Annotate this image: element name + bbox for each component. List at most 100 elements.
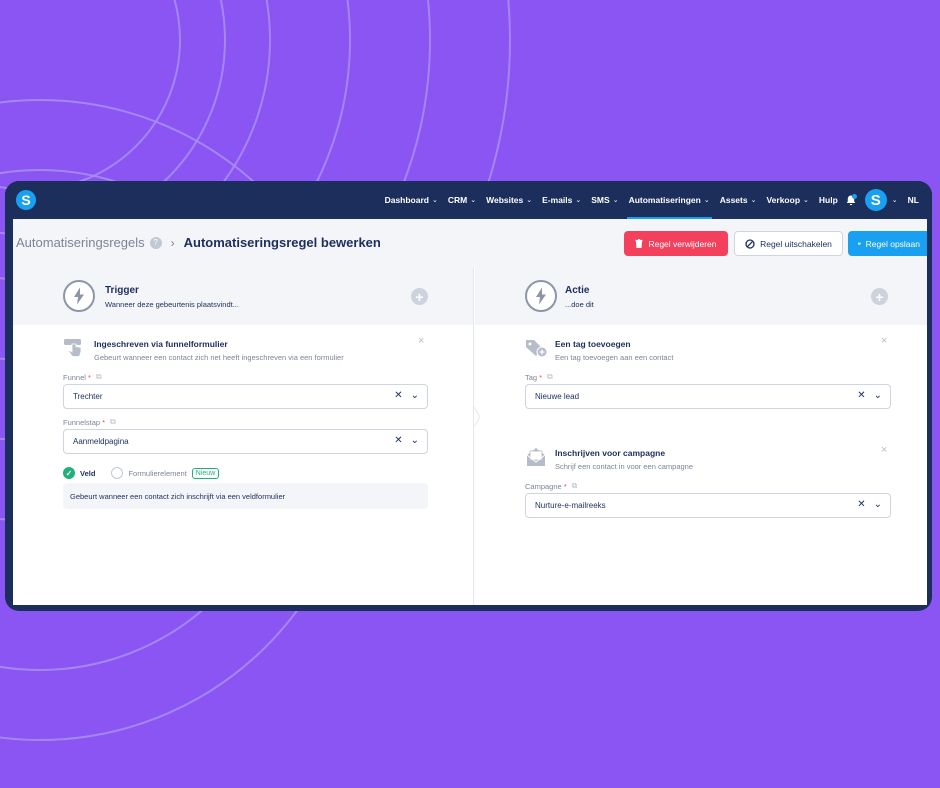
button-label: Regel uitschakelen <box>760 238 832 249</box>
add-trigger-button[interactable]: + <box>411 288 428 305</box>
external-link-icon[interactable]: ⧉ <box>547 372 553 382</box>
page-title: Automatiseringsregel bewerken <box>183 235 381 250</box>
required-mark: * <box>87 372 91 382</box>
clear-icon[interactable]: ✕ <box>857 499 865 510</box>
clear-icon[interactable]: ✕ <box>857 390 865 401</box>
nav-label: Assets <box>719 195 748 205</box>
external-link-icon[interactable]: ⧉ <box>96 372 102 382</box>
action-item-subtitle: Schrijf een contact in voor een campagne <box>555 462 693 471</box>
chevron-down-icon: ⌄ <box>526 197 533 204</box>
help-icon[interactable]: ? <box>149 236 162 249</box>
tab-formulierelement[interactable]: Formulierelement Nieuw <box>111 467 220 479</box>
button-label: Regel verwijderen <box>648 238 717 249</box>
breadcrumb: Automatiseringsregels ? › Automatisering… <box>16 235 381 250</box>
chevron-down-icon: ⌄ <box>750 197 757 204</box>
chevron-down-icon: ⌄ <box>612 197 619 204</box>
required-mark: * <box>102 417 106 427</box>
save-icon <box>858 242 861 245</box>
chevron-down-icon: ⌄ <box>575 197 582 204</box>
app-logo[interactable]: S <box>16 190 36 210</box>
campagne-select[interactable]: Nurture-e-mailreeks ✕ ⌄ <box>525 493 891 518</box>
nav-label: Automatiseringen <box>628 195 701 205</box>
chevron-down-icon: ⌄ <box>431 197 438 204</box>
new-badge: Nieuw <box>191 467 220 479</box>
nav-label: Hulp <box>818 195 838 205</box>
trigger-item-title: Ingeschreven via funnelformulier <box>94 339 228 349</box>
chevron-down-icon[interactable]: ⌄ <box>411 435 419 446</box>
trigger-subtitle: Wanneer deze gebeurtenis plaatsvindt... <box>105 300 239 309</box>
app-window: S Dashboard ⌄ CRM ⌄ Websites ⌄ E-mails ⌄ SMS… <box>5 181 932 611</box>
top-navigation: S Dashboard ⌄ CRM ⌄ Websites ⌄ E-mails ⌄ SMS… <box>5 181 932 219</box>
notification-dot <box>851 194 857 199</box>
trigger-column: Trigger Wanneer deze gebeurtenis plaatsv… <box>13 267 474 605</box>
select-value: Nurture-e-mailreeks <box>535 501 606 510</box>
nav-item-automatiseringen[interactable]: Automatiseringen ⌄ <box>624 181 715 219</box>
nav-item-hulp[interactable]: Hulp <box>814 181 843 219</box>
tag-add-icon <box>526 340 547 358</box>
funnel-label: Funnel * ⧉ <box>63 372 102 382</box>
label-text: Funnelstap <box>63 417 101 427</box>
tab-label: Veld <box>80 468 96 478</box>
page-header: Automatiseringsregels ? › Automatisering… <box>13 219 927 267</box>
remove-action-icon[interactable]: × <box>881 335 887 347</box>
required-mark: * <box>539 372 543 382</box>
avatar[interactable]: S <box>864 189 887 211</box>
trigger-title: Trigger <box>105 285 139 296</box>
nav-menu: Dashboard ⌄ CRM ⌄ Websites ⌄ E-mails ⌄ SMS ⌄ … <box>380 181 924 219</box>
nav-item-crm[interactable]: CRM ⌄ <box>443 181 481 219</box>
funnel-select[interactable]: Trechter ✕ ⌄ <box>63 384 428 409</box>
chevron-down-icon: ⌄ <box>891 197 898 204</box>
trash-icon <box>635 239 643 248</box>
avatar-menu-chevron[interactable]: ⌄ <box>887 181 903 219</box>
select-value: Aanmeldpagina <box>73 437 129 446</box>
nav-label: Verkoop <box>766 195 801 205</box>
chevron-right-icon: › <box>170 235 175 250</box>
external-link-icon[interactable]: ⧉ <box>572 481 578 491</box>
radio-icon <box>111 467 124 479</box>
nav-item-dashboard[interactable]: Dashboard ⌄ <box>380 181 443 219</box>
ban-icon <box>745 238 755 249</box>
tab-veld[interactable]: ✓ Veld <box>63 467 95 479</box>
nav-item-verkoop[interactable]: Verkoop ⌄ <box>761 181 813 219</box>
chevron-down-icon[interactable]: ⌄ <box>874 390 882 401</box>
action-title: Actie <box>565 285 590 296</box>
nav-label: SMS <box>591 195 610 205</box>
disable-rule-button[interactable]: Regel uitschakelen <box>734 231 843 256</box>
chevron-down-icon[interactable]: ⌄ <box>411 390 419 401</box>
main-content: Automatiseringsregels ? › Automatisering… <box>13 219 927 605</box>
button-label: Regel opslaan <box>865 238 920 249</box>
nav-item-websites[interactable]: Websites ⌄ <box>481 181 537 219</box>
check-icon: ✓ <box>63 467 75 479</box>
lightning-icon <box>63 280 95 312</box>
bell-icon[interactable] <box>843 181 859 219</box>
remove-action-icon[interactable]: × <box>881 444 887 456</box>
label-text: Tag <box>525 372 538 382</box>
chevron-down-icon: ⌄ <box>470 197 477 204</box>
action-column: Actie ...doe dit + Een tag toevoegen Een… <box>475 267 927 605</box>
form-type-tabs: ✓ Veld Formulierelement Nieuw <box>63 463 220 483</box>
delete-rule-button[interactable]: Regel verwijderen <box>624 231 728 256</box>
chevron-down-icon: ⌄ <box>703 197 710 204</box>
nav-item-assets[interactable]: Assets ⌄ <box>715 181 762 219</box>
tag-select[interactable]: Nieuwe lead ✕ ⌄ <box>525 384 891 409</box>
envelope-icon <box>526 448 546 466</box>
funnelstap-select[interactable]: Aanmeldpagina ✕ ⌄ <box>63 429 428 454</box>
breadcrumb-parent[interactable]: Automatiseringsregels <box>16 235 145 250</box>
required-mark: * <box>563 481 567 491</box>
label-text: Campagne <box>525 481 562 491</box>
language-selector[interactable]: NL <box>903 181 924 219</box>
tag-label: Tag * ⧉ <box>525 372 553 382</box>
save-rule-button[interactable]: Regel opslaan <box>848 231 927 256</box>
remove-trigger-icon[interactable]: × <box>418 335 424 347</box>
clear-icon[interactable]: ✕ <box>394 435 402 446</box>
nav-label: CRM <box>447 195 468 205</box>
external-link-icon[interactable]: ⧉ <box>110 417 116 427</box>
lightning-icon <box>525 280 557 312</box>
chevron-down-icon: ⌄ <box>803 197 809 204</box>
clear-icon[interactable]: ✕ <box>394 390 402 401</box>
add-action-button[interactable]: + <box>871 288 888 305</box>
action-header: Actie ...doe dit + <box>475 267 927 325</box>
nav-item-emails[interactable]: E-mails ⌄ <box>537 181 586 219</box>
chevron-down-icon[interactable]: ⌄ <box>874 499 882 510</box>
nav-item-sms[interactable]: SMS ⌄ <box>586 181 623 219</box>
